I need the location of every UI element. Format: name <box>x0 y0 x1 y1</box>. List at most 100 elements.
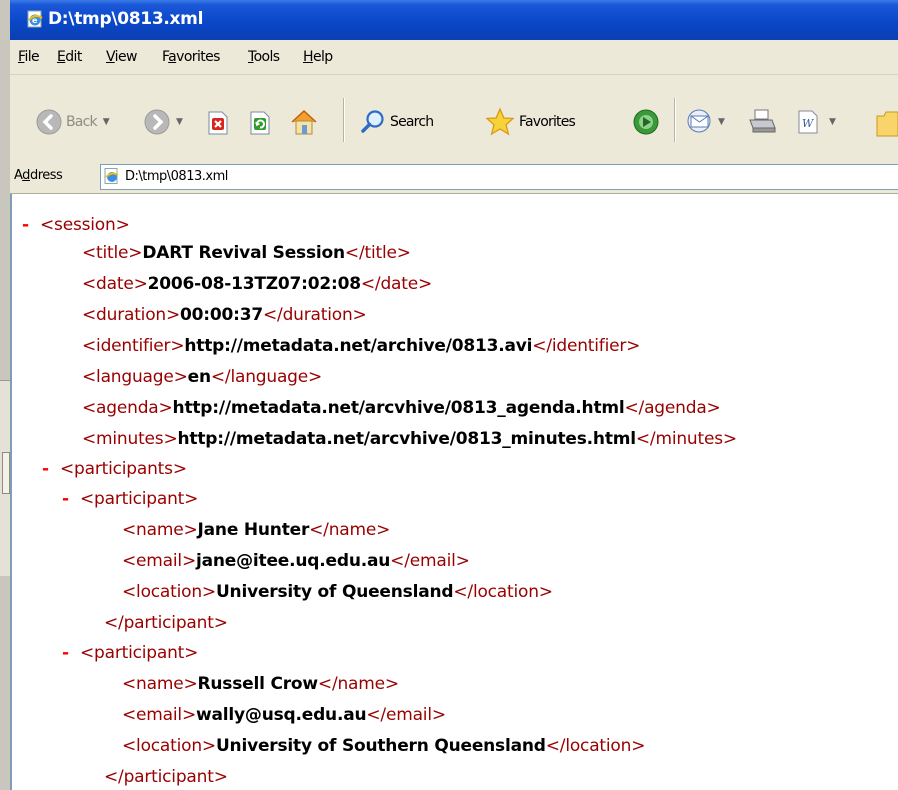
address-label: Address <box>14 168 63 183</box>
tag-name: participant <box>123 767 214 787</box>
identifier-line: <identifier>http://metadata.net/archive/… <box>82 335 640 357</box>
menu-file[interactable]: File <box>18 49 40 65</box>
stop-button[interactable] <box>207 111 229 135</box>
ie-page-icon: e <box>27 10 43 28</box>
media-icon <box>633 109 659 135</box>
background-window-edge <box>0 0 10 790</box>
favorites-button[interactable]: Favorites <box>485 107 576 137</box>
svg-text:W: W <box>802 117 815 130</box>
forward-icon <box>144 109 170 135</box>
tag-name: location <box>565 736 632 756</box>
search-button[interactable]: Search <box>360 109 434 135</box>
title-bar[interactable]: e D:\tmp\0813.xml <box>10 0 898 40</box>
tag-name: location <box>136 736 202 756</box>
tag-name: identifier <box>551 336 627 356</box>
xml-tag: <participants> <box>60 459 187 479</box>
back-label: Back <box>66 114 98 130</box>
xml-tag: <session> <box>40 215 130 235</box>
participant-open: - <participant> <box>62 488 198 510</box>
language-line: <language>en</language> <box>82 366 322 388</box>
p2-email-line: <email>wally@usq.edu.au</email> <box>122 704 446 726</box>
menu-help[interactable]: Help <box>303 49 333 65</box>
participant-email: jane@itee.uq.edu.au <box>195 551 391 571</box>
edit-word-button[interactable]: W ▼ <box>797 110 836 134</box>
menu-edit-accel: E <box>57 49 66 65</box>
folder-button[interactable] <box>875 108 898 138</box>
tag-name: email <box>136 705 182 725</box>
xml-tag: </location> <box>453 582 553 602</box>
xml-document: - <session> <title>DART Revival Session</… <box>10 194 898 790</box>
menu-view-accel: V <box>106 49 115 65</box>
tag-name: date <box>96 274 134 294</box>
xml-tag: <email> <box>122 705 196 725</box>
home-button[interactable] <box>289 108 319 136</box>
xml-tag: <identifier> <box>82 336 185 356</box>
xml-tag: </location> <box>545 736 646 756</box>
tag-name: language <box>96 367 174 387</box>
mail-dropdown-icon[interactable]: ▼ <box>718 117 725 127</box>
search-label: Search <box>390 114 434 130</box>
star-icon <box>485 107 515 136</box>
xml-tag: </language> <box>210 367 323 387</box>
window-title: D:\tmp\0813.xml <box>48 9 204 29</box>
participant-location: University of Queensland <box>215 582 454 602</box>
menu-help-label: elp <box>312 49 333 65</box>
back-button[interactable]: Back ▼ <box>36 109 110 135</box>
participant-name: Jane Hunter <box>197 520 310 540</box>
p2-name-line: <name>Russell Crow</name> <box>122 673 399 695</box>
back-dropdown-icon[interactable]: ▼ <box>103 117 110 127</box>
collapse-toggle[interactable]: - <box>22 214 40 236</box>
xml-tag: <minutes> <box>82 429 178 449</box>
session-language: en <box>187 367 211 387</box>
tag-name: participant <box>94 643 185 663</box>
home-icon <box>291 109 317 135</box>
xml-tag: <location> <box>122 736 216 756</box>
tag-name: participants <box>74 459 173 479</box>
xml-tag: </date> <box>360 274 433 294</box>
edit-dropdown-icon[interactable]: ▼ <box>829 117 836 127</box>
collapse-toggle[interactable]: - <box>62 642 80 664</box>
forward-button[interactable]: ▼ <box>144 109 183 135</box>
menu-edit[interactable]: Edit <box>57 49 82 65</box>
xml-tag: <duration> <box>82 305 181 325</box>
tag-name: session <box>54 215 116 235</box>
address-bar: Address D:\tmp\0813.xml <box>10 161 898 194</box>
tag-name: date <box>380 274 418 294</box>
menu-view-label: iew <box>114 49 138 65</box>
address-input[interactable]: D:\tmp\0813.xml <box>100 164 898 190</box>
session-title: DART Revival Session <box>142 243 345 263</box>
tag-name: agenda <box>96 398 159 418</box>
tag-name: name <box>136 520 184 540</box>
print-button[interactable] <box>747 108 777 136</box>
address-label-a: A <box>14 168 23 183</box>
tag-name: minutes <box>96 429 164 449</box>
tag-name: name <box>337 674 385 694</box>
tag-name: name <box>328 520 377 540</box>
xml-tag: </title> <box>344 243 411 263</box>
tag-name: minutes <box>655 429 723 449</box>
menu-view[interactable]: View <box>106 49 137 65</box>
menu-tools[interactable]: Tools <box>248 49 280 65</box>
xml-tag: <participant> <box>80 489 199 509</box>
page-icon <box>104 168 119 184</box>
menu-bar: File Edit View Favorites Tools Help <box>10 42 898 75</box>
participant-close: </participant> <box>104 612 228 634</box>
media-button[interactable] <box>632 108 660 136</box>
background-button <box>2 452 10 494</box>
mail-button[interactable]: ▼ <box>686 108 725 136</box>
toolbar-separator-2 <box>674 98 676 142</box>
address-label-accel: d <box>22 168 30 183</box>
duration-line: <duration>00:00:37</duration> <box>82 304 367 326</box>
menu-tools-label: ools <box>253 49 281 65</box>
refresh-button[interactable] <box>249 111 271 135</box>
collapse-toggle[interactable]: - <box>62 488 80 510</box>
menu-favorites[interactable]: Favorites <box>162 49 220 65</box>
tag-name: location <box>136 582 202 602</box>
p1-email-line: <email>jane@itee.uq.edu.au</email> <box>122 550 470 572</box>
forward-dropdown-icon[interactable]: ▼ <box>176 117 183 127</box>
tag-name: email <box>385 705 432 725</box>
participant-open: - <participant> <box>62 642 198 664</box>
participant-close: </participant> <box>104 766 228 788</box>
collapse-toggle[interactable]: - <box>42 458 60 480</box>
address-label-b: dress <box>29 168 63 183</box>
